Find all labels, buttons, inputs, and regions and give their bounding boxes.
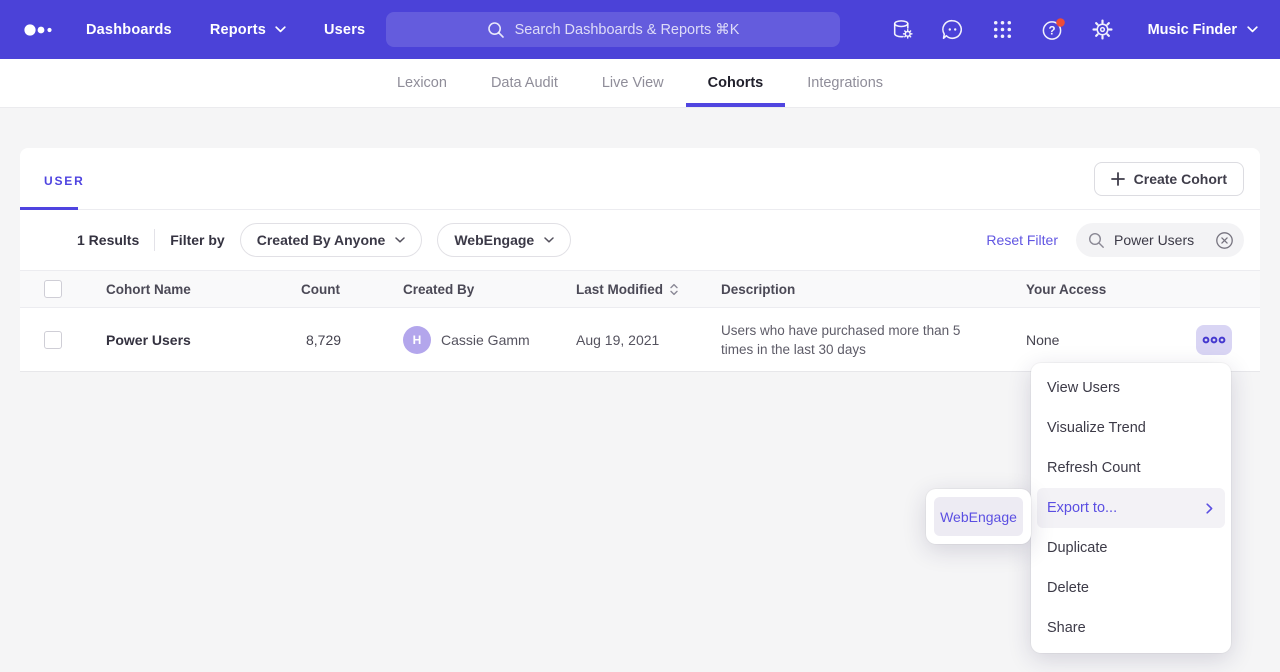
filter-row: 1 Results Filter by Created By Anyone We… [20, 210, 1260, 271]
nav-link-users[interactable]: Users [324, 22, 365, 38]
chevron-down-icon [395, 237, 405, 243]
cohort-search-input[interactable]: Power Users [1076, 223, 1244, 257]
table-row[interactable]: Power Users 8,729 H Cassie Gamm Aug 19, … [20, 308, 1260, 371]
chevron-down-icon [1247, 26, 1258, 33]
filter-by-label: Filter by [170, 232, 224, 248]
menu-item-delete[interactable]: Delete [1031, 568, 1231, 608]
data-management-button[interactable] [890, 17, 916, 43]
chevron-down-icon [275, 26, 286, 33]
messages-button[interactable] [940, 17, 966, 43]
tab-cohorts[interactable]: Cohorts [686, 59, 786, 107]
header-created-by[interactable]: Created By [403, 282, 576, 297]
nav-link-reports[interactable]: Reports [210, 22, 286, 38]
last-modified-cell: Aug 19, 2021 [576, 332, 721, 348]
header-count[interactable]: Count [306, 282, 403, 297]
select-all-checkbox[interactable] [44, 280, 62, 298]
tab-live-view[interactable]: Live View [580, 59, 686, 107]
header-cohort-name[interactable]: Cohort Name [106, 282, 306, 297]
global-search-input[interactable]: Search Dashboards & Reports ⌘K [386, 12, 840, 47]
row-actions-button[interactable] [1196, 325, 1232, 355]
top-navbar: Dashboards Reports Users Search Dashboar… [0, 0, 1280, 59]
nav-link-dashboards[interactable]: Dashboards [86, 22, 172, 38]
apps-grid-icon [990, 17, 1015, 42]
settings-button[interactable] [1090, 17, 1116, 43]
submenu-chevron-icon [1206, 503, 1213, 514]
notification-dot [1056, 18, 1065, 27]
database-gear-icon [890, 17, 915, 42]
chevron-down-icon [544, 237, 554, 243]
menu-item-export-to[interactable]: Export to... [1037, 488, 1225, 528]
header-your-access: Your Access [1026, 282, 1196, 297]
create-cohort-button[interactable]: Create Cohort [1094, 162, 1244, 196]
tab-user-cohorts[interactable]: USER [44, 174, 85, 188]
table-header-row: Cohort Name Count Created By Last Modifi… [20, 271, 1260, 308]
header-last-modified[interactable]: Last Modified [576, 282, 721, 297]
your-access-cell: None [1026, 332, 1196, 348]
cohort-count: 8,729 [306, 332, 403, 348]
menu-item-duplicate[interactable]: Duplicate [1031, 528, 1231, 568]
description-cell: Users who have purchased more than 5 tim… [721, 321, 1026, 359]
cohort-type-row: USER Create Cohort [20, 148, 1260, 210]
tab-data-audit[interactable]: Data Audit [469, 59, 580, 107]
global-search-placeholder: Search Dashboards & Reports ⌘K [515, 22, 740, 38]
integration-filter-dropdown[interactable]: WebEngage [437, 223, 571, 257]
cohorts-card: USER Create Cohort 1 Results Filter by C… [20, 148, 1260, 372]
menu-item-refresh-count[interactable]: Refresh Count [1031, 448, 1231, 488]
divider [154, 229, 155, 251]
submenu-item-webengage[interactable]: WebEngage [934, 497, 1023, 536]
project-switcher[interactable]: Music Finder [1148, 22, 1258, 38]
reset-filter-link[interactable]: Reset Filter [986, 232, 1058, 248]
menu-item-share[interactable]: Share [1031, 608, 1231, 648]
cohort-name-link[interactable]: Power Users [106, 332, 306, 348]
navbar-right-cluster: ? Music Finder [890, 0, 1258, 59]
primary-nav: Dashboards Reports Users [86, 22, 365, 38]
active-tab-underline [20, 207, 78, 210]
subnav-tabbar: Lexicon Data Audit Live View Cohorts Int… [0, 59, 1280, 108]
header-description: Description [721, 282, 1026, 297]
row-checkbox[interactable] [44, 331, 62, 349]
menu-item-view-users[interactable]: View Users [1031, 368, 1231, 408]
apps-grid-button[interactable] [990, 17, 1016, 43]
plus-icon [1111, 172, 1125, 186]
created-by-filter-dropdown[interactable]: Created By Anyone [240, 223, 423, 257]
menu-item-visualize-trend[interactable]: Visualize Trend [1031, 408, 1231, 448]
logo-dots-icon [24, 23, 56, 37]
created-by-cell: H Cassie Gamm [403, 326, 576, 354]
avatar: H [403, 326, 431, 354]
results-count: 1 Results [77, 232, 139, 248]
svg-text:?: ? [1048, 25, 1055, 37]
export-submenu: WebEngage [926, 489, 1031, 544]
sort-icon [669, 283, 679, 296]
help-button[interactable]: ? [1040, 17, 1066, 43]
cohort-search-value: Power Users [1114, 232, 1206, 248]
mixpanel-logo[interactable] [24, 23, 56, 37]
search-icon [1088, 232, 1105, 249]
search-icon [487, 21, 505, 39]
gear-icon [1090, 17, 1115, 42]
more-actions-icon [1202, 335, 1226, 345]
help-icon: ? [1040, 17, 1066, 43]
tab-integrations[interactable]: Integrations [785, 59, 905, 107]
tab-lexicon[interactable]: Lexicon [375, 59, 469, 107]
clear-search-icon[interactable] [1215, 231, 1234, 250]
created-by-name: Cassie Gamm [441, 332, 530, 348]
project-name: Music Finder [1148, 22, 1237, 38]
chat-bubble-icon [940, 17, 965, 42]
row-actions-menu: View Users Visualize Trend Refresh Count… [1031, 363, 1231, 653]
